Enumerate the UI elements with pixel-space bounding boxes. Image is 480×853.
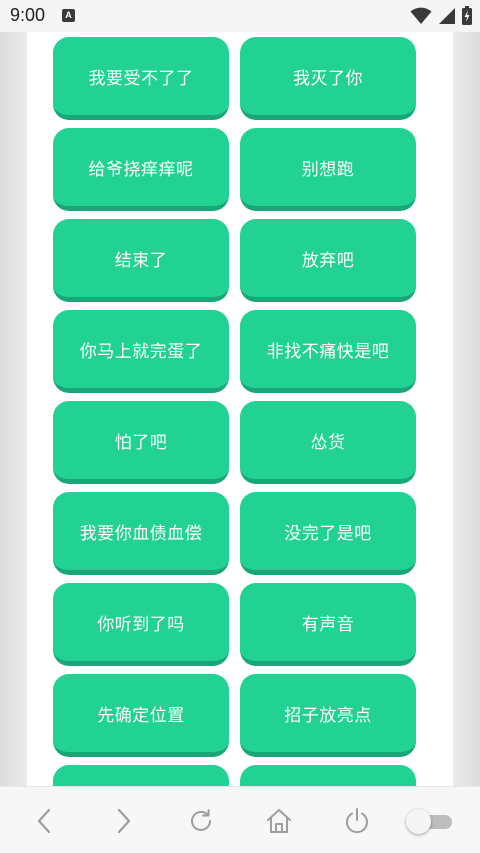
sound-button[interactable]: 我灭了你 — [240, 37, 416, 120]
sound-button[interactable] — [53, 765, 229, 786]
sound-button[interactable]: 我要受不了了 — [53, 37, 229, 120]
back-icon — [37, 808, 51, 834]
forward-icon — [117, 808, 131, 834]
sound-button[interactable] — [240, 765, 416, 786]
sound-button[interactable]: 招子放亮点 — [240, 674, 416, 757]
sound-button[interactable]: 有声音 — [240, 583, 416, 666]
sound-button[interactable]: 没完了是吧 — [240, 492, 416, 575]
sound-button[interactable]: 结束了 — [53, 219, 229, 302]
refresh-button[interactable] — [183, 803, 219, 839]
status-time: 9:00 — [10, 5, 46, 25]
sound-button-grid: 我要受不了了 我灭了你 给爷挠痒痒呢 别想跑 结束了 放弃吧 你马上就完蛋了 非… — [53, 37, 416, 786]
sound-button[interactable]: 给爷挠痒痒呢 — [53, 128, 229, 211]
battery-icon — [462, 6, 472, 25]
sound-button[interactable]: 你马上就完蛋了 — [53, 310, 229, 393]
power-icon — [346, 808, 368, 834]
sound-button[interactable]: 放弃吧 — [240, 219, 416, 302]
sound-button[interactable]: 怕了吧 — [53, 401, 229, 484]
refresh-icon — [191, 809, 211, 831]
wifi-icon — [410, 7, 432, 24]
back-button[interactable] — [27, 803, 63, 839]
power-button[interactable] — [339, 803, 375, 839]
webview-frame: 我要受不了了 我灭了你 给爷挠痒痒呢 别想跑 结束了 放弃吧 你马上就完蛋了 非… — [0, 32, 480, 786]
sound-button[interactable]: 怂货 — [240, 401, 416, 484]
toggle-switch[interactable] — [406, 809, 452, 834]
bottom-nav-bar — [0, 786, 480, 853]
home-icon — [267, 809, 291, 833]
sound-button[interactable]: 我要你血债血偿 — [53, 492, 229, 575]
sound-button[interactable]: 别想跑 — [240, 128, 416, 211]
frame-shadow-left — [0, 32, 28, 786]
status-icons — [410, 6, 472, 25]
frame-shadow-right — [452, 32, 480, 786]
toggle-thumb — [406, 809, 431, 834]
content-card: 我要受不了了 我灭了你 给爷挠痒痒呢 别想跑 结束了 放弃吧 你马上就完蛋了 非… — [27, 32, 453, 786]
status-bar: 9:00 A — [0, 0, 480, 32]
sound-button[interactable]: 非找不痛快是吧 — [240, 310, 416, 393]
sound-button[interactable]: 你听到了吗 — [53, 583, 229, 666]
notification-icon: A — [62, 9, 75, 22]
sound-button[interactable]: 先确定位置 — [53, 674, 229, 757]
forward-button[interactable] — [105, 803, 141, 839]
signal-icon — [439, 7, 455, 24]
home-button[interactable] — [261, 803, 297, 839]
